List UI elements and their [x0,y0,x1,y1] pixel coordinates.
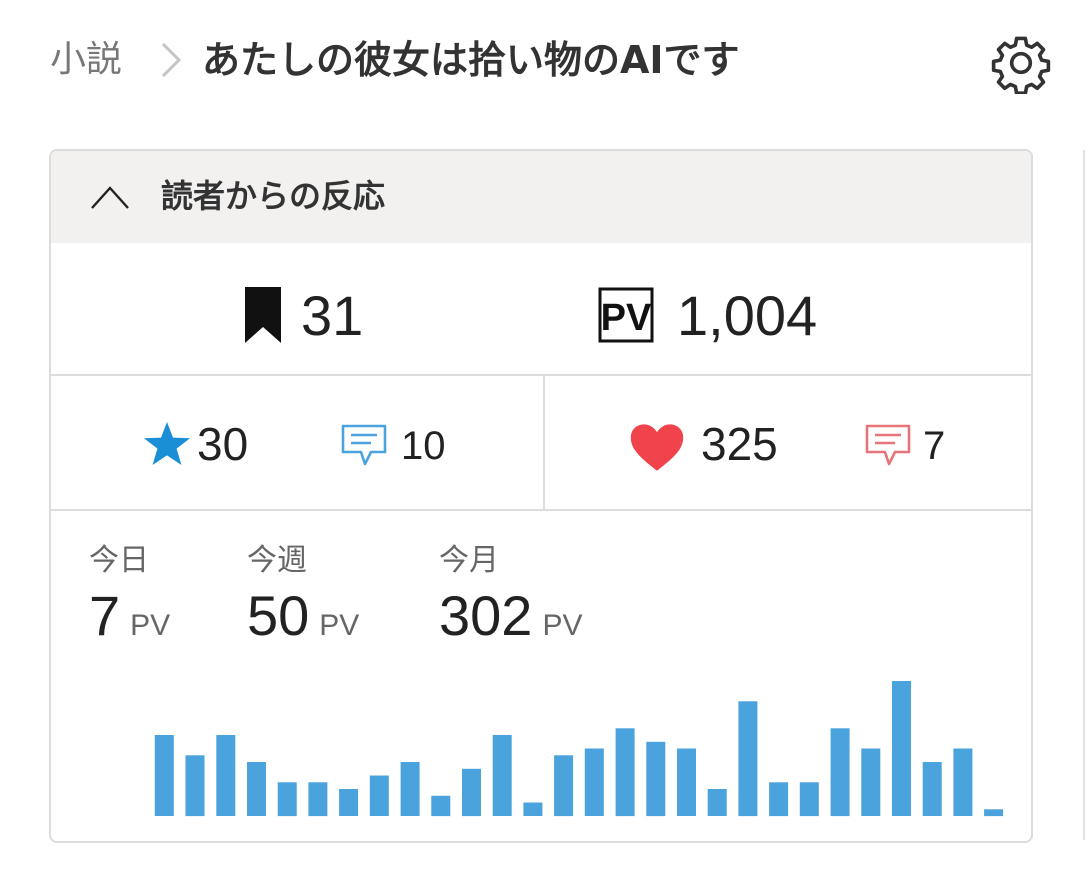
chart-bar [830,728,850,817]
chart-bar [308,782,328,817]
chevron-right-icon [161,42,182,78]
cheer-comment-count: 7 [923,424,946,468]
chart-bar [554,755,574,817]
chart-bar [154,735,174,816]
comment-icon [341,424,387,466]
chart-bar [431,795,451,817]
daily-pv-chart [154,681,1004,817]
chart-bar [369,775,389,816]
chart-bar [799,782,819,817]
bookmark-count: 31 [301,284,364,347]
chart-bar [615,728,635,817]
chart-bar [277,782,297,817]
heart-icon [630,424,684,471]
star-count: 30 [197,418,249,470]
chart-bar [462,768,481,817]
stat-value-week: 50 PV [247,584,360,647]
panel-header[interactable]: 読者からの反応 [51,151,1031,243]
chart-bar [738,701,758,817]
page-view-count: 1,004 [677,284,818,347]
breadcrumb-root[interactable]: 小説 [50,34,122,86]
chart-bar [646,741,666,817]
svg-text:PV: PV [601,297,652,339]
review-count: 10 [401,424,446,468]
chart-bar [584,748,604,816]
chart-bar [216,735,236,816]
pv-stats: 今日 7 PV 今週 50 PV 今月 302 PV [51,511,1031,841]
stat-label-week: 今週 [247,543,307,578]
adjacent-panel-edge [1083,150,1089,840]
panel-title: 読者からの反応 [161,177,386,215]
chart-bar [984,809,1004,817]
chart-bar [707,789,727,816]
divider [543,376,545,509]
comment-icon [865,424,911,466]
chart-bar [769,782,789,817]
totals-row: 31 PV 1,004 [51,243,1031,376]
chart-bar [400,762,420,816]
stat-value-today: 7 PV [89,584,171,647]
page-title: あたしの彼女は拾い物のAIです [202,38,740,82]
heart-count: 325 [701,418,778,470]
reactions-panel: 読者からの反応 31 PV 1,004 30 10 325 7 今日 7 PV … [49,149,1033,843]
chart-bar [492,735,512,816]
chart-bar [861,748,881,816]
chevron-up-icon[interactable] [89,179,131,213]
chart-bar [247,762,266,816]
chart-bar [185,755,205,817]
chart-bar [677,748,696,816]
stat-label-month: 今月 [439,543,499,578]
page-header: 小説 あたしの彼女は拾い物のAIです [0,0,1089,120]
chart-bar [339,789,359,816]
chart-bar [523,802,543,816]
ratings-row: 30 10 325 7 [51,376,1031,511]
stat-label-today: 今日 [89,543,149,578]
stat-value-month: 302 PV [439,584,583,647]
pv-icon: PV [598,287,654,343]
bookmark-icon [245,287,281,343]
gear-icon[interactable] [990,32,1052,94]
chart-bar [892,681,911,816]
chart-bar [922,762,942,816]
chart-bar [953,748,973,816]
star-icon [144,422,190,465]
